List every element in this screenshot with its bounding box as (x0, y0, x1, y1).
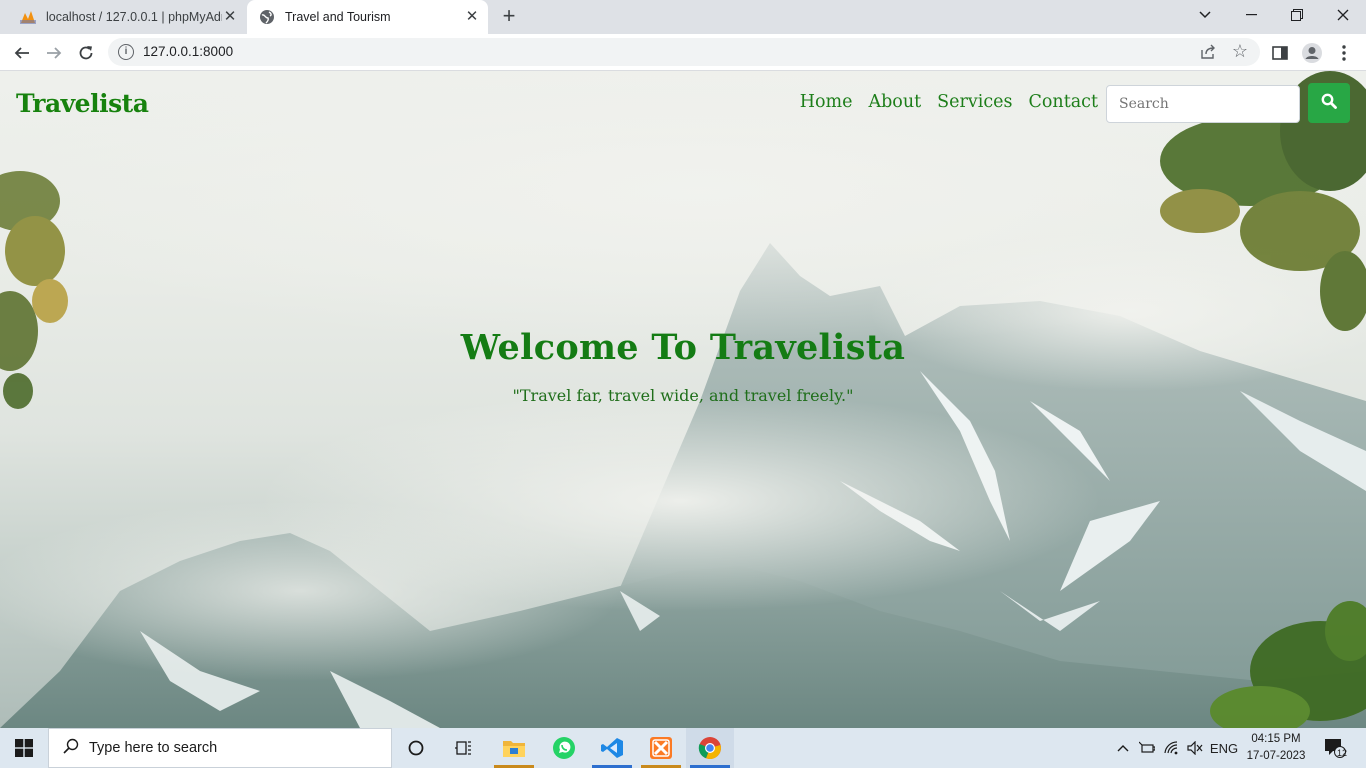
clock-date: 17-07-2023 (1246, 750, 1306, 762)
forward-arrow-icon[interactable] (40, 39, 68, 67)
back-arrow-icon[interactable] (8, 39, 36, 67)
close-tab-icon[interactable]: ✕ (222, 9, 238, 25)
volume-muted-icon[interactable] (1184, 728, 1206, 768)
battery-plug-icon[interactable] (1136, 728, 1158, 768)
address-bar: i 127.0.0.1:8000 ☆ (0, 34, 1366, 71)
taskbar-clock[interactable]: 04:15 PM 17-07-2023 (1244, 731, 1308, 765)
tab-title: localhost / 127.0.0.1 | phpMyAdmin (46, 10, 222, 24)
task-view-icon[interactable] (440, 728, 488, 768)
profile-avatar-icon[interactable] (1298, 39, 1326, 67)
taskbar-search-placeholder: Type here to search (89, 740, 218, 756)
tab-title: Travel and Tourism (285, 10, 391, 24)
tab-phpmyadmin[interactable]: localhost / 127.0.0.1 | phpMyAdmin ✕ (8, 0, 246, 34)
browser-tab-strip: localhost / 127.0.0.1 | phpMyAdmin ✕ Tra… (0, 0, 1366, 34)
nav-link-home[interactable]: Home (800, 92, 853, 112)
file-explorer-icon[interactable] (490, 728, 538, 768)
search-icon (63, 738, 79, 759)
tab-search-chevron-icon[interactable] (1182, 0, 1228, 30)
close-tab-icon[interactable]: ✕ (464, 9, 480, 25)
page-viewport: Travelista Home About Services Contact W… (0, 71, 1366, 728)
bookmark-star-icon[interactable]: ☆ (1232, 41, 1248, 62)
new-tab-icon[interactable]: + (498, 5, 520, 28)
wifi-icon[interactable] (1160, 728, 1184, 768)
site-brand-logo[interactable]: Travelista (16, 89, 149, 118)
xampp-icon[interactable] (637, 728, 685, 768)
tab-travel-and-tourism[interactable]: Travel and Tourism ✕ (247, 0, 488, 34)
omnibox[interactable]: i 127.0.0.1:8000 ☆ (108, 38, 1260, 66)
site-search-button[interactable] (1308, 83, 1350, 123)
clock-time: 04:15 PM (1251, 733, 1301, 745)
whatsapp-icon[interactable] (540, 728, 588, 768)
menu-kebab-icon[interactable] (1330, 39, 1358, 67)
restore-icon[interactable] (1274, 0, 1320, 30)
hero-quote: "Travel far, travel wide, and travel fre… (512, 386, 854, 405)
share-icon[interactable] (1200, 44, 1216, 60)
reload-icon[interactable] (72, 39, 100, 67)
windows-start-icon[interactable] (0, 728, 48, 768)
vscode-icon[interactable] (588, 728, 636, 768)
site-nav: Home About Services Contact (784, 92, 1098, 112)
chrome-icon[interactable] (686, 728, 734, 768)
url-text: 127.0.0.1:8000 (143, 44, 234, 59)
nav-link-contact[interactable]: Contact (1029, 92, 1099, 112)
chevron-up-icon[interactable] (1112, 728, 1134, 768)
site-info-icon[interactable]: i (118, 44, 134, 60)
search-icon (1321, 93, 1337, 114)
language-indicator[interactable]: ENG (1208, 728, 1240, 768)
taskbar-search-box[interactable]: Type here to search (48, 728, 392, 768)
hero-title: Welcome To Travelista (460, 327, 906, 368)
site-search-input[interactable] (1106, 85, 1300, 123)
windows-taskbar: Type here to search ENG 04:15 PM 17-07-2… (0, 728, 1366, 768)
phpmyadmin-favicon (20, 9, 36, 25)
side-panel-icon[interactable] (1266, 39, 1294, 67)
minimize-icon[interactable] (1228, 0, 1274, 30)
globe-icon (259, 9, 275, 25)
cortana-icon[interactable] (392, 728, 440, 768)
nav-link-services[interactable]: Services (937, 92, 1012, 112)
nav-link-about[interactable]: About (868, 92, 921, 112)
close-window-icon[interactable] (1320, 0, 1366, 30)
notification-count-badge: 12 (1337, 748, 1348, 758)
action-center-icon[interactable]: 12 (1318, 728, 1352, 768)
